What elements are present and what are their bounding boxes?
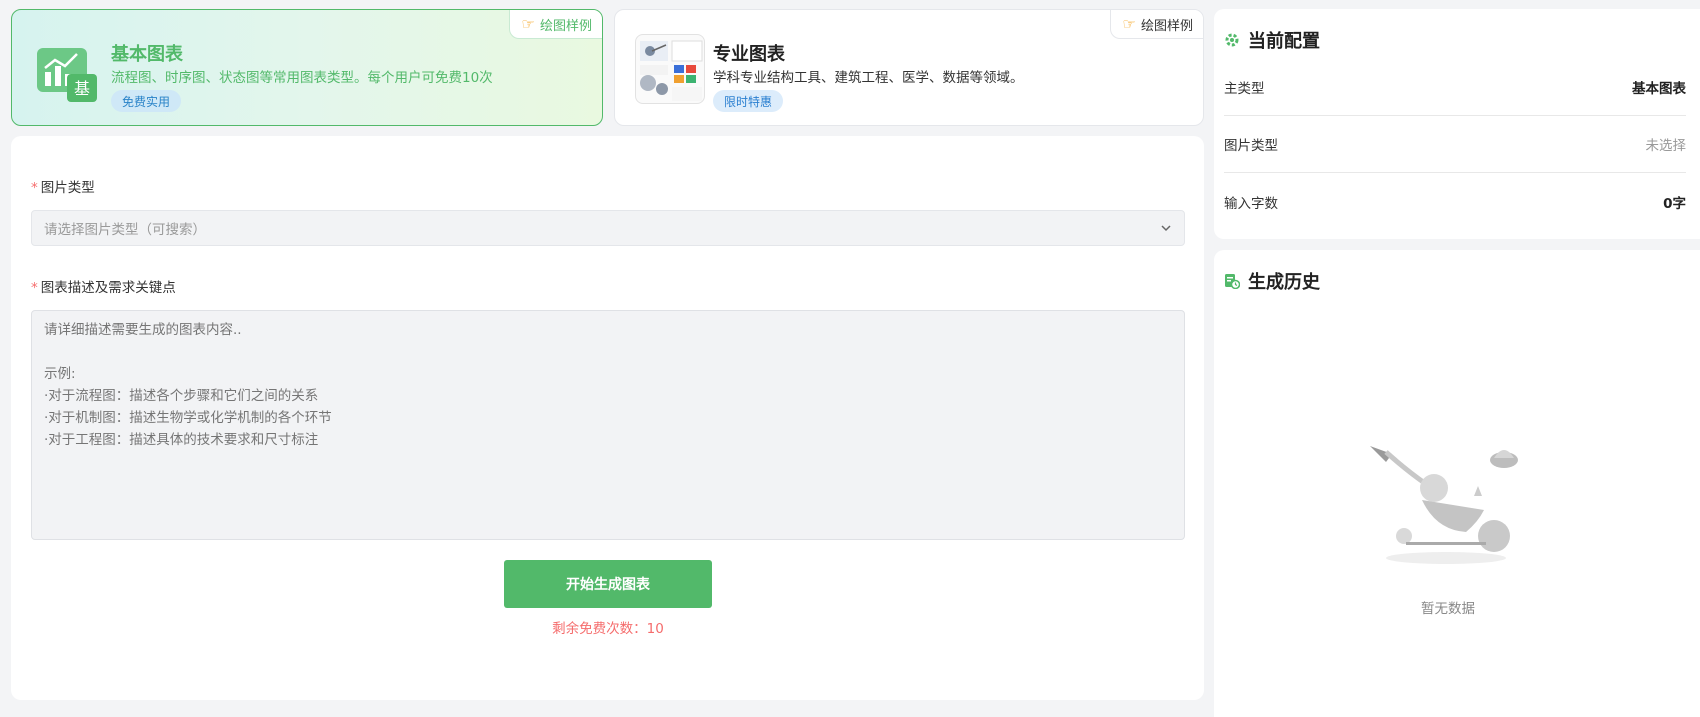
remaining-free-count: 剩余免费次数：10 [552, 621, 664, 637]
config-title: 当前配置 [1224, 27, 1320, 53]
basic-sample-link[interactable]: ☞ 绘图样例 [508, 10, 602, 39]
history-panel: 生成历史 暂无数据 [1214, 250, 1700, 717]
pro-title: 专业图表 [713, 44, 785, 65]
generate-chart-button[interactable]: 开始生成图表 [504, 560, 712, 608]
basic-sample-label: 绘图样例 [539, 18, 592, 34]
config-row-main-type: 主类型 基本图表 [1224, 59, 1686, 116]
config-label: 主类型 [1224, 81, 1265, 97]
required-mark: * [31, 180, 38, 196]
history-document-icon [1225, 274, 1240, 289]
pointing-hand-icon: ☞ [521, 14, 535, 33]
card-pro-chart[interactable]: ☞ 绘图样例 专业图表 学科专业结构工具、建筑工程、医学、数据等领域。 限时特惠 [614, 9, 1204, 126]
empty-state-illustration [1370, 446, 1518, 564]
config-label: 输入字数 [1224, 195, 1278, 212]
chevron-down-icon [1161, 225, 1171, 232]
basic-title: 基本图表 [111, 44, 183, 65]
description-textarea[interactable] [31, 310, 1185, 540]
pro-desc: 学科专业结构工具、建筑工程、医学、数据等领域。 [713, 70, 1024, 86]
card-basic-chart[interactable]: ☞ 绘图样例 基 基本图表 流程图、时序图、状态图等常用图表类型。每个用户可免费… [11, 9, 603, 126]
config-value: 0字 [1663, 195, 1686, 212]
settings-gear-icon [1225, 33, 1239, 47]
config-value: 未选择 [1645, 138, 1687, 154]
description-label: * 图表描述及需求关键点 [31, 280, 176, 296]
config-label: 图片类型 [1224, 138, 1278, 154]
bar-chart-icon: 基 [37, 48, 97, 102]
pro-sample-label: 绘图样例 [1140, 18, 1193, 34]
pro-thumbnail-image [635, 34, 705, 104]
image-type-label: * 图片类型 [31, 180, 95, 196]
pointing-hand-icon: ☞ [1122, 14, 1136, 33]
pro-sample-link[interactable]: ☞ 绘图样例 [1109, 10, 1203, 39]
config-row-char-count: 输入字数 0字 [1224, 173, 1686, 230]
pro-pill: 限时特惠 [713, 90, 784, 112]
history-title: 生成历史 [1224, 268, 1320, 294]
basic-pill: 免费实用 [111, 90, 182, 112]
config-row-image-type: 图片类型 未选择 [1224, 116, 1686, 173]
basic-desc: 流程图、时序图、状态图等常用图表类型。每个用户可免费10次 [111, 70, 493, 86]
image-type-placeholder: 请选择图片类型（可搜索） [44, 222, 206, 238]
form-panel: *图片类型 请选择图片类型（可搜索） *图表描述及需求关键点 开始生成图表 剩余… [11, 136, 1204, 700]
image-type-select[interactable]: 请选择图片类型（可搜索） [31, 210, 1185, 246]
config-value: 基本图表 [1632, 81, 1686, 97]
basic-icon-char: 基 [74, 79, 90, 98]
config-panel: 当前配置 主类型 基本图表 图片类型 未选择 输入字数 0字 [1214, 9, 1700, 239]
required-mark: * [31, 280, 38, 296]
empty-state-text: 暂无数据 [1421, 601, 1475, 617]
